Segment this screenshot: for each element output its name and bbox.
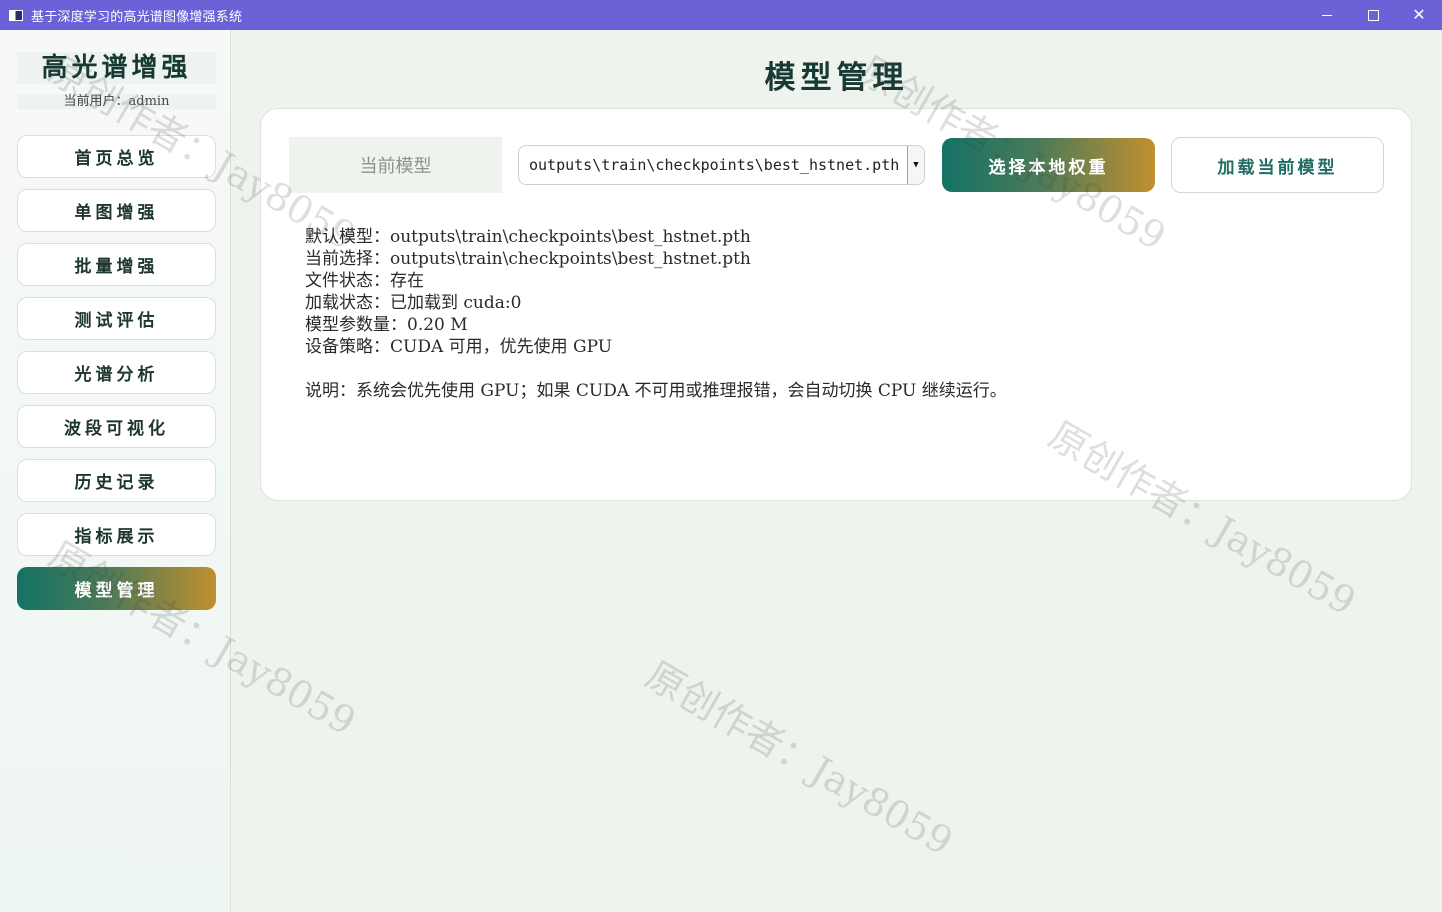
info-device-policy: 设备策略：CUDA 可用，优先使用 GPU (305, 337, 613, 357)
info-load-status: 加载状态：已加载到 cuda:0 (305, 293, 522, 313)
sidebar: 高光谱增强 当前用户：admin 首页总览 单图增强 批量增强 测试评估 光谱分… (0, 30, 231, 912)
window-title: 基于深度学习的高光谱图像增强系统 (31, 9, 243, 25)
model-info: 默认模型：outputs\train\checkpoints\best_hstn… (305, 226, 1007, 402)
minimize-icon (1322, 14, 1332, 16)
close-icon: ✕ (1412, 5, 1426, 24)
chevron-down-icon[interactable]: ▼ (907, 146, 924, 184)
maximize-icon (1367, 9, 1379, 21)
sidebar-item-history[interactable]: 历史记录 (17, 459, 216, 502)
info-file-status: 文件状态：存在 (305, 271, 424, 291)
page-title: 模型管理 (764, 60, 909, 96)
title-bar: 基于深度学习的高光谱图像增强系统 ✕ (0, 0, 1442, 30)
info-default-model: 默认模型：outputs\train\checkpoints\best_hstn… (305, 227, 751, 247)
choose-local-weights-button[interactable]: 选择本地权重 (942, 138, 1155, 192)
sidebar-item-metrics[interactable]: 指标展示 (17, 513, 216, 556)
info-param-count: 模型参数量：0.20 M (305, 315, 468, 335)
info-current-selection: 当前选择：outputs\train\checkpoints\best_hstn… (305, 249, 751, 269)
main-content: 模型管理 当前模型 outputs\train\checkpoints\best… (231, 30, 1442, 912)
current-model-label: 当前模型 (289, 137, 502, 193)
model-select[interactable]: outputs\train\checkpoints\best_hstnet.pt… (518, 145, 925, 185)
sidebar-item-model-management[interactable]: 模型管理 (17, 567, 216, 610)
minimize-button[interactable] (1304, 0, 1350, 30)
sidebar-item-test-eval[interactable]: 测试评估 (17, 297, 216, 340)
brand-title: 高光谱增强 (17, 52, 216, 84)
maximize-button[interactable] (1350, 0, 1396, 30)
current-user-label: 当前用户：admin (17, 94, 216, 109)
model-card: 当前模型 outputs\train\checkpoints\best_hstn… (260, 108, 1412, 501)
sidebar-item-single-enhance[interactable]: 单图增强 (17, 189, 216, 232)
app-icon (9, 9, 23, 21)
sidebar-item-home[interactable]: 首页总览 (17, 135, 216, 178)
sidebar-item-batch-enhance[interactable]: 批量增强 (17, 243, 216, 286)
window-controls: ✕ (1304, 0, 1442, 30)
sidebar-item-band-visualization[interactable]: 波段可视化 (17, 405, 216, 448)
close-button[interactable]: ✕ (1396, 0, 1442, 30)
load-current-model-button[interactable]: 加载当前模型 (1171, 137, 1384, 193)
info-note: 说明：系统会优先使用 GPU；如果 CUDA 不可用或推理报错，会自动切换 CP… (305, 381, 1007, 401)
app-window: 基于深度学习的高光谱图像增强系统 ✕ 高光谱增强 当前用户：admin 首页总览… (0, 0, 1442, 912)
sidebar-item-spectral-analysis[interactable]: 光谱分析 (17, 351, 216, 394)
model-select-value: outputs\train\checkpoints\best_hstnet.pt… (529, 156, 900, 174)
